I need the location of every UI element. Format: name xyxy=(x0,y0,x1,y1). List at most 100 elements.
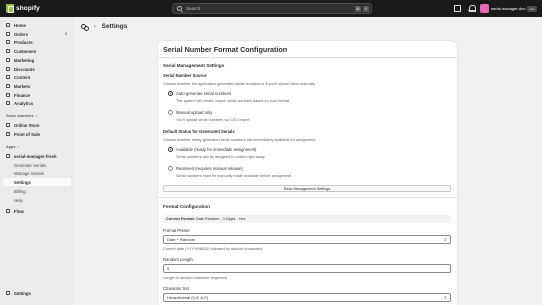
shopify-bag-icon xyxy=(6,4,14,13)
save-management-settings-button[interactable]: Save Management Settings xyxy=(163,185,451,192)
target-icon xyxy=(6,58,10,62)
sidebar-item-label: Analytics xyxy=(14,100,34,106)
sidebar-item-settings-active[interactable]: Settings xyxy=(3,178,71,186)
logo-text: shopify xyxy=(16,5,40,12)
sales-channels-label: Sales channels xyxy=(6,114,34,118)
source-heading: Serial Number Source xyxy=(163,73,207,78)
radio-auto-label: Auto-generate serial numbers xyxy=(176,91,232,96)
app-icon xyxy=(6,154,10,158)
account-menu[interactable]: serial-manager-dev Dev xyxy=(480,3,540,14)
sidebar-item-discounts[interactable]: Discounts xyxy=(3,65,71,73)
page-title: Settings xyxy=(101,23,128,30)
shopify-logo[interactable]: shopify xyxy=(6,4,40,13)
store-icon xyxy=(6,123,10,127)
sidebar-item-point-of-sale[interactable]: Point of Sale xyxy=(3,130,71,138)
sidebar-item-generate-serials[interactable]: Generate Serials xyxy=(3,161,71,169)
radio-manual-upload[interactable] xyxy=(168,110,173,115)
sidebar-item-label: Finance xyxy=(14,92,31,98)
sidebar-item-label: Home xyxy=(14,22,26,28)
preset-label: Format Preset xyxy=(163,228,190,233)
content-icon xyxy=(6,75,10,79)
sidebar-item-label: Generate Serials xyxy=(14,162,47,168)
sidebar-item-manage-serials[interactable]: Manage Serials xyxy=(3,169,71,177)
card-title: Serial Number Format Configuration xyxy=(163,45,288,54)
radio-auto-generate[interactable] xyxy=(168,91,173,96)
charset-value: Hexadecimal (0-9, A-F) xyxy=(167,295,209,300)
divider xyxy=(158,57,457,58)
orders-count-badge: 3 xyxy=(64,32,67,36)
sidebar-item-label: Point of Sale xyxy=(14,131,41,137)
search-icon xyxy=(177,6,182,11)
apps-heading[interactable]: Apps › xyxy=(6,145,19,149)
source-help: Choose whether the application generates… xyxy=(163,82,316,86)
shortcut-key-cmd: ⌘ xyxy=(355,5,361,12)
charset-select[interactable]: Hexadecimal (0-9, A-F) ⇕ xyxy=(163,293,451,302)
sidebar-item-label: Help xyxy=(14,197,23,203)
bank-icon xyxy=(6,93,10,97)
chevron-right-icon: › xyxy=(17,145,19,149)
sidebar-item-label: Orders xyxy=(14,31,29,37)
charset-label: Character Set xyxy=(163,286,189,291)
sidebar-item-label: serial-manager-fresh xyxy=(14,153,57,159)
sidebar-item-content[interactable]: Content xyxy=(3,73,71,81)
search-placeholder: Search xyxy=(186,6,201,11)
sidebar-item-settings[interactable]: Settings xyxy=(3,289,71,297)
chevron-right-icon: › xyxy=(94,23,96,30)
radio-available[interactable] xyxy=(168,147,173,152)
sidebar-item-marketing[interactable]: Marketing xyxy=(3,56,71,64)
radio-reserved[interactable] xyxy=(168,166,173,171)
sidebar-item-app[interactable]: serial-manager-fresh xyxy=(3,152,71,160)
sidebar-item-label: Settings xyxy=(14,290,31,296)
store-name: serial-manager-dev xyxy=(491,6,526,11)
status-heading: Default Status for Generated Serials xyxy=(163,129,235,134)
pos-icon xyxy=(6,132,10,136)
person-icon xyxy=(6,49,10,53)
preset-help: Current date (YYYYMMDD) followed by rand… xyxy=(163,247,263,251)
radio-auto-help: The system will create unique serial num… xyxy=(176,99,289,103)
globe-icon xyxy=(6,84,10,88)
apps-label: Apps xyxy=(6,145,16,149)
sidebar-item-label: Products xyxy=(14,39,33,45)
sidebar-item-flow[interactable]: Flow xyxy=(3,207,71,215)
avatar xyxy=(480,4,489,13)
status-help: Choose whether newly generated serial nu… xyxy=(163,138,316,142)
chevron-updown-icon: ⇕ xyxy=(443,295,447,300)
radio-manual-label: Manual upload only xyxy=(176,110,213,115)
sidebar-item-billing[interactable]: Billing xyxy=(3,187,71,195)
sidebar-item-home[interactable]: Home xyxy=(3,21,71,29)
random-length-value: 5 xyxy=(167,266,170,271)
sidebar-item-label: Marketing xyxy=(14,57,35,63)
sidebar-item-label: Online Store xyxy=(14,122,40,128)
dev-badge: Dev xyxy=(527,5,537,12)
sidebar-item-label: Manage Serials xyxy=(14,170,44,176)
search-input[interactable]: Search ⌘ K xyxy=(172,3,372,14)
app-icon xyxy=(81,23,89,31)
random-length-input[interactable]: 5 xyxy=(163,264,451,273)
current-format-label: Current Format: xyxy=(166,217,195,221)
home-icon xyxy=(6,23,10,27)
format-heading: Format Configuration xyxy=(163,204,210,209)
flag-icon[interactable] xyxy=(454,5,461,12)
sidebar-item-label: Discounts xyxy=(14,66,35,72)
format-preset-select[interactable]: Date + Random ⇕ xyxy=(163,235,451,244)
sales-channels-heading[interactable]: Sales channels › xyxy=(6,114,37,118)
sidebar-item-online-store[interactable]: Online Store xyxy=(3,121,71,129)
sidebar-item-label: Markets xyxy=(14,83,31,89)
bell-icon[interactable] xyxy=(468,5,476,12)
sidebar-item-help[interactable]: Help xyxy=(3,196,71,204)
sidebar-item-analytics[interactable]: Analytics xyxy=(3,99,71,107)
top-bar: shopify Search ⌘ K serial-manager-dev De… xyxy=(0,0,542,17)
sidebar-item-label: Flow xyxy=(14,208,24,214)
sidebar-item-label: Customers xyxy=(14,48,37,54)
chart-icon xyxy=(6,101,10,105)
current-format-value: Date Random - 3 Digits - Hex xyxy=(195,217,246,221)
current-format-banner: Current Format: Date Random - 3 Digits -… xyxy=(163,215,451,223)
radio-reserved-help: Serial numbers must be manually made ava… xyxy=(176,174,292,178)
sidebar-item-customers[interactable]: Customers xyxy=(3,47,71,55)
sidebar-item-markets[interactable]: Markets xyxy=(3,82,71,90)
radio-available-label: Available (ready for immediate assignmen… xyxy=(176,147,257,152)
sidebar-item-orders[interactable]: Orders 3 xyxy=(3,30,71,38)
sidebar-item-products[interactable]: Products xyxy=(3,38,71,46)
settings-card: Serial Number Format Configuration Seria… xyxy=(158,41,457,305)
sidebar-item-finance[interactable]: Finance xyxy=(3,91,71,99)
